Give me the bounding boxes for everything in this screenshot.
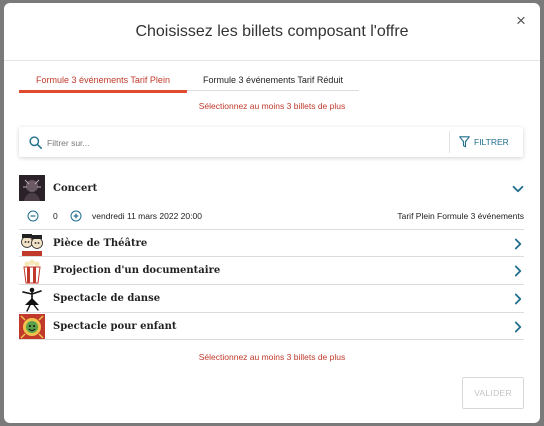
selection-warning-bottom: Sélectionnez au moins 3 billets de plus <box>198 352 346 362</box>
validate-button[interactable]: VALIDER <box>462 377 524 409</box>
event-row-concert: Concert 0 vendredi 11 mars 2022 20:00 Ta… <box>19 175 524 231</box>
event-row-dance[interactable]: Spectacle de danse <box>19 285 524 312</box>
close-icon[interactable]: × <box>514 12 528 29</box>
event-title: Spectacle de danse <box>53 293 161 304</box>
event-title: Concert <box>53 183 98 194</box>
event-row-theatre[interactable]: Pièce de Théâtre <box>19 230 524 257</box>
filter-bar: FILTRER <box>19 127 523 157</box>
modal-title: Choisissez les billets composant l'offre <box>135 23 409 40</box>
search-icon <box>29 136 42 149</box>
increase-quantity-icon[interactable] <box>70 210 82 222</box>
session-date: vendredi 11 mars 2022 20:00 <box>92 211 202 221</box>
documentary-thumbnail <box>19 258 45 284</box>
event-title: Spectacle pour enfant <box>53 321 177 332</box>
chevron-right-icon[interactable] <box>512 321 524 333</box>
selection-warning-top: Sélectionnez au moins 3 billets de plus <box>198 101 346 111</box>
filter-divider <box>449 131 450 153</box>
decrease-quantity-icon[interactable] <box>27 210 39 222</box>
session-rate: Tarif Plein Formule 3 événements <box>397 211 524 221</box>
theatre-thumbnail <box>19 231 45 257</box>
chevron-right-icon[interactable] <box>512 265 524 277</box>
filter-label: FILTRER <box>474 137 509 147</box>
kids-show-thumbnail <box>19 314 45 340</box>
search-input[interactable] <box>45 133 429 153</box>
dance-thumbnail <box>19 286 45 312</box>
tab-tarif-reduit[interactable]: Formule 3 événements Tarif Réduit <box>187 70 359 91</box>
chevron-right-icon[interactable] <box>512 238 524 250</box>
offer-modal: Choisissez les billets composant l'offre… <box>4 3 540 423</box>
funnel-icon <box>459 136 470 148</box>
concert-thumbnail <box>19 175 45 201</box>
event-title: Pièce de Théâtre <box>53 238 148 249</box>
chevron-down-icon[interactable] <box>512 183 524 195</box>
event-title: Projection d'un documentaire <box>53 265 221 276</box>
row-divider <box>19 339 524 340</box>
chevron-right-icon[interactable] <box>512 293 524 305</box>
event-row-kids[interactable]: Spectacle pour enfant <box>19 313 524 340</box>
tab-tarif-plein[interactable]: Formule 3 événements Tarif Plein <box>19 70 187 93</box>
event-row-documentary[interactable]: Projection d'un documentaire <box>19 257 524 284</box>
header-divider <box>4 60 540 61</box>
quantity-value: 0 <box>53 211 58 221</box>
